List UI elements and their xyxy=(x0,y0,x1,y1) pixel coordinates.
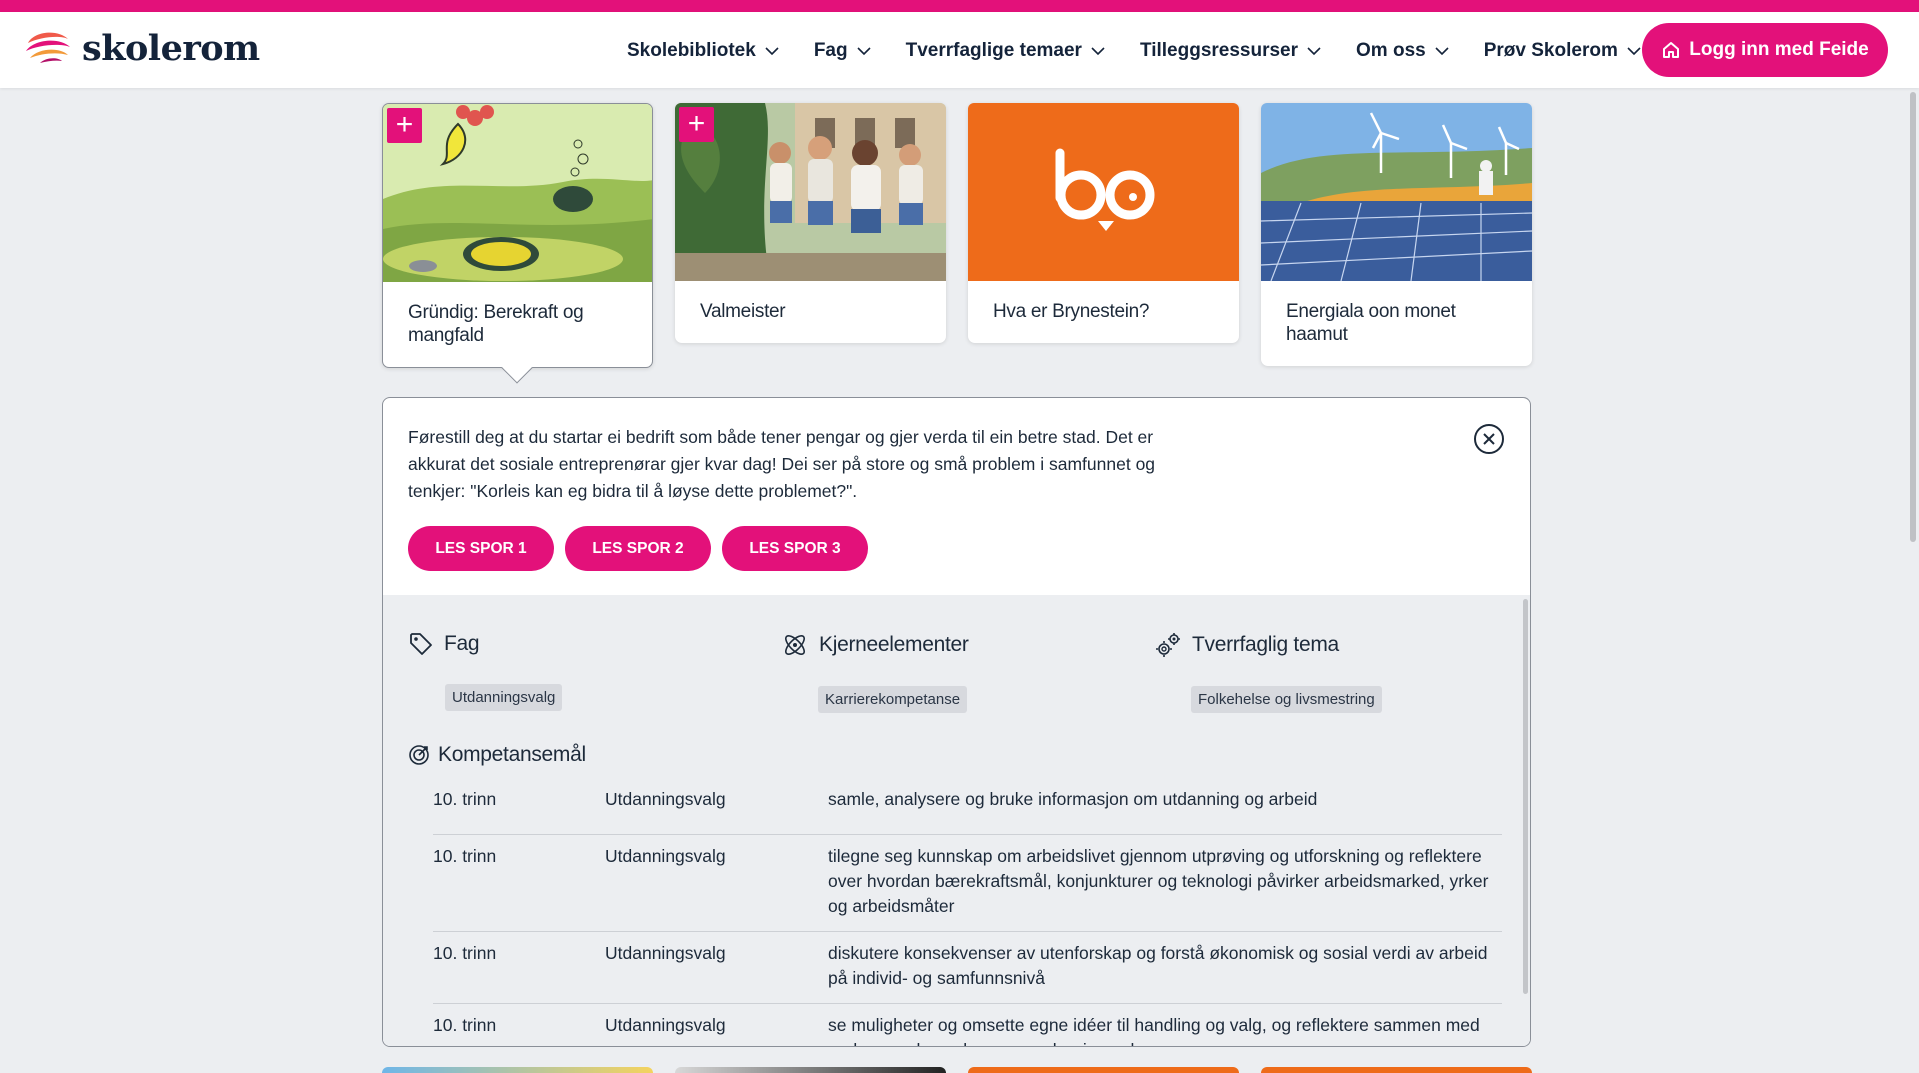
chevron-down-icon xyxy=(1307,47,1321,56)
nav-prov-skolerom[interactable]: Prøv Skolerom xyxy=(1484,36,1641,66)
nav-label: Tilleggsressurser xyxy=(1139,40,1299,61)
trinn-cell: 10. trinn xyxy=(433,943,497,963)
nav-tverrfaglige-temaer[interactable]: Tverrfaglige temaer xyxy=(906,36,1105,66)
les-spor-2-button[interactable]: LES SPOR 2 xyxy=(565,526,711,571)
gears-icon xyxy=(1156,633,1180,657)
resource-metadata: Fag Utdanningsvalg Kjerneelementer Karri… xyxy=(383,595,1530,1046)
close-icon xyxy=(1474,424,1504,454)
fag-tag[interactable]: Utdanningsvalg xyxy=(445,684,563,711)
trinn-cell: 10. trinn xyxy=(433,1015,497,1035)
nav-label: Tverrfaglige temaer xyxy=(905,40,1082,61)
card-image xyxy=(1261,103,1532,281)
fag-section: Fag Utdanningsvalg xyxy=(408,631,563,711)
chevron-down-icon xyxy=(1435,47,1449,56)
atom-icon xyxy=(785,635,805,655)
les-spor-3-button[interactable]: LES SPOR 3 xyxy=(722,526,868,571)
kompetansemal-heading: Kompetansemål xyxy=(408,743,586,767)
tverrfaglig-heading: Tverrfaglig tema xyxy=(1192,633,1339,656)
page-scrollbar[interactable] xyxy=(1910,92,1916,542)
resource-description: Førestill deg at du startar ei bedrift s… xyxy=(408,427,1156,501)
nav-label: Om oss xyxy=(1356,40,1426,61)
nav-label: Fag xyxy=(813,40,848,61)
card-illustration xyxy=(383,104,652,282)
resource-card-brynestein[interactable]: Hva er Brynestein? xyxy=(968,103,1239,343)
goal-cell: diskutere konsekvenser av utenforskap og… xyxy=(828,943,1488,988)
goal-cell: se muligheter og omsette egne idéer til … xyxy=(828,1015,1480,1046)
chevron-down-icon xyxy=(857,47,871,56)
next-card-peek[interactable] xyxy=(1261,1067,1532,1073)
kjerneelement-tag[interactable]: Karrierekompetanse xyxy=(818,686,968,713)
nav-label: Skolebibliotek xyxy=(627,40,756,61)
card-illustration xyxy=(675,103,946,281)
kompetansemal-row: 10. trinn Utdanningsvalg samle, analyser… xyxy=(433,787,1502,835)
site-header: skolerom Skolebibliotek Fag Tverrfaglige… xyxy=(0,12,1919,88)
main-nav: Skolebibliotek Fag Tverrfaglige temaer T… xyxy=(627,36,1676,66)
kjerneelementer-heading: Kjerneelementer xyxy=(819,633,969,656)
kjerneelementer-section: Kjerneelementer Karrierekompetanse xyxy=(781,631,969,713)
resource-detail-panel: Førestill deg at du startar ei bedrift s… xyxy=(382,397,1531,1047)
kompetansemal-row: 10. trinn Utdanningsvalg diskutere konse… xyxy=(433,932,1502,1004)
logo[interactable]: skolerom xyxy=(24,28,260,69)
card-title: Valmeister xyxy=(700,301,786,322)
kompetansemal-row: 10. trinn Utdanningsvalg se muligheter o… xyxy=(433,1004,1502,1046)
les-spor-1-button[interactable]: LES SPOR 1 xyxy=(408,526,554,571)
brynestein-logo-icon xyxy=(1055,148,1155,231)
kompetansemal-row: 10. trinn Utdanningsvalg tilegne seg kun… xyxy=(433,835,1502,932)
login-feide-button[interactable]: Logg inn med Feide xyxy=(1642,23,1888,77)
kompetansemal-label: Kompetansemål xyxy=(438,743,586,766)
resource-card-grundig[interactable]: + Gründig: Berekraft og mangfald xyxy=(382,103,653,384)
tverrfaglig-section: Tverrfaglig tema Folkehelse og livsmestr… xyxy=(1154,631,1382,713)
spor-buttons: LES SPOR 1 LES SPOR 2 LES SPOR 3 xyxy=(408,526,868,571)
chevron-down-icon xyxy=(1091,47,1105,56)
nav-fag[interactable]: Fag xyxy=(814,36,871,66)
top-accent-stripe xyxy=(0,0,1919,12)
card-image xyxy=(968,103,1239,281)
panel-scrollbar[interactable] xyxy=(1523,599,1528,994)
card-image: + xyxy=(675,103,946,281)
resource-card-energiala[interactable]: Energiala oon monet haamut xyxy=(1261,103,1532,366)
trinn-cell: 10. trinn xyxy=(433,846,497,866)
fag-cell: Utdanningsvalg xyxy=(605,943,726,963)
card-title: Energiala oon monet haamut xyxy=(1286,301,1456,345)
close-button[interactable] xyxy=(1473,423,1505,455)
nav-skolebibliotek[interactable]: Skolebibliotek xyxy=(627,36,779,66)
fag-cell: Utdanningsvalg xyxy=(605,789,726,809)
home-icon xyxy=(1663,42,1680,58)
card-title: Hva er Brynestein? xyxy=(993,301,1150,322)
fag-heading: Fag xyxy=(444,632,480,655)
tverrfaglig-tag[interactable]: Folkehelse og livsmestring xyxy=(1191,686,1382,713)
card-image: + xyxy=(383,104,652,282)
fag-cell: Utdanningsvalg xyxy=(605,1015,726,1035)
skolerom-logo-icon xyxy=(26,32,70,63)
goal-cell: tilegne seg kunnskap om arbeidslivet gje… xyxy=(828,846,1489,916)
tag-icon xyxy=(410,633,432,655)
trinn-cell: 10. trinn xyxy=(433,789,497,809)
next-card-peek[interactable] xyxy=(675,1067,946,1073)
fag-cell: Utdanningsvalg xyxy=(605,846,726,866)
chevron-down-icon xyxy=(765,47,779,56)
target-icon xyxy=(409,745,429,765)
add-plus-icon[interactable]: + xyxy=(387,108,422,143)
nav-tilleggsressurser[interactable]: Tilleggsressurser xyxy=(1140,36,1321,66)
nav-om-oss[interactable]: Om oss xyxy=(1356,36,1449,66)
next-card-peek[interactable] xyxy=(968,1067,1239,1073)
chevron-down-icon xyxy=(1627,47,1641,56)
logo-text: skolerom xyxy=(82,28,260,69)
add-plus-icon[interactable]: + xyxy=(679,107,714,142)
nav-label: Prøv Skolerom xyxy=(1483,40,1618,61)
card-illustration xyxy=(1261,103,1532,281)
next-card-peek[interactable] xyxy=(382,1067,653,1073)
goal-cell: samle, analysere og bruke informasjon om… xyxy=(828,789,1318,809)
login-label: Logg inn med Feide xyxy=(1689,39,1869,60)
resource-card-valmeister[interactable]: + Valmeister xyxy=(675,103,946,343)
